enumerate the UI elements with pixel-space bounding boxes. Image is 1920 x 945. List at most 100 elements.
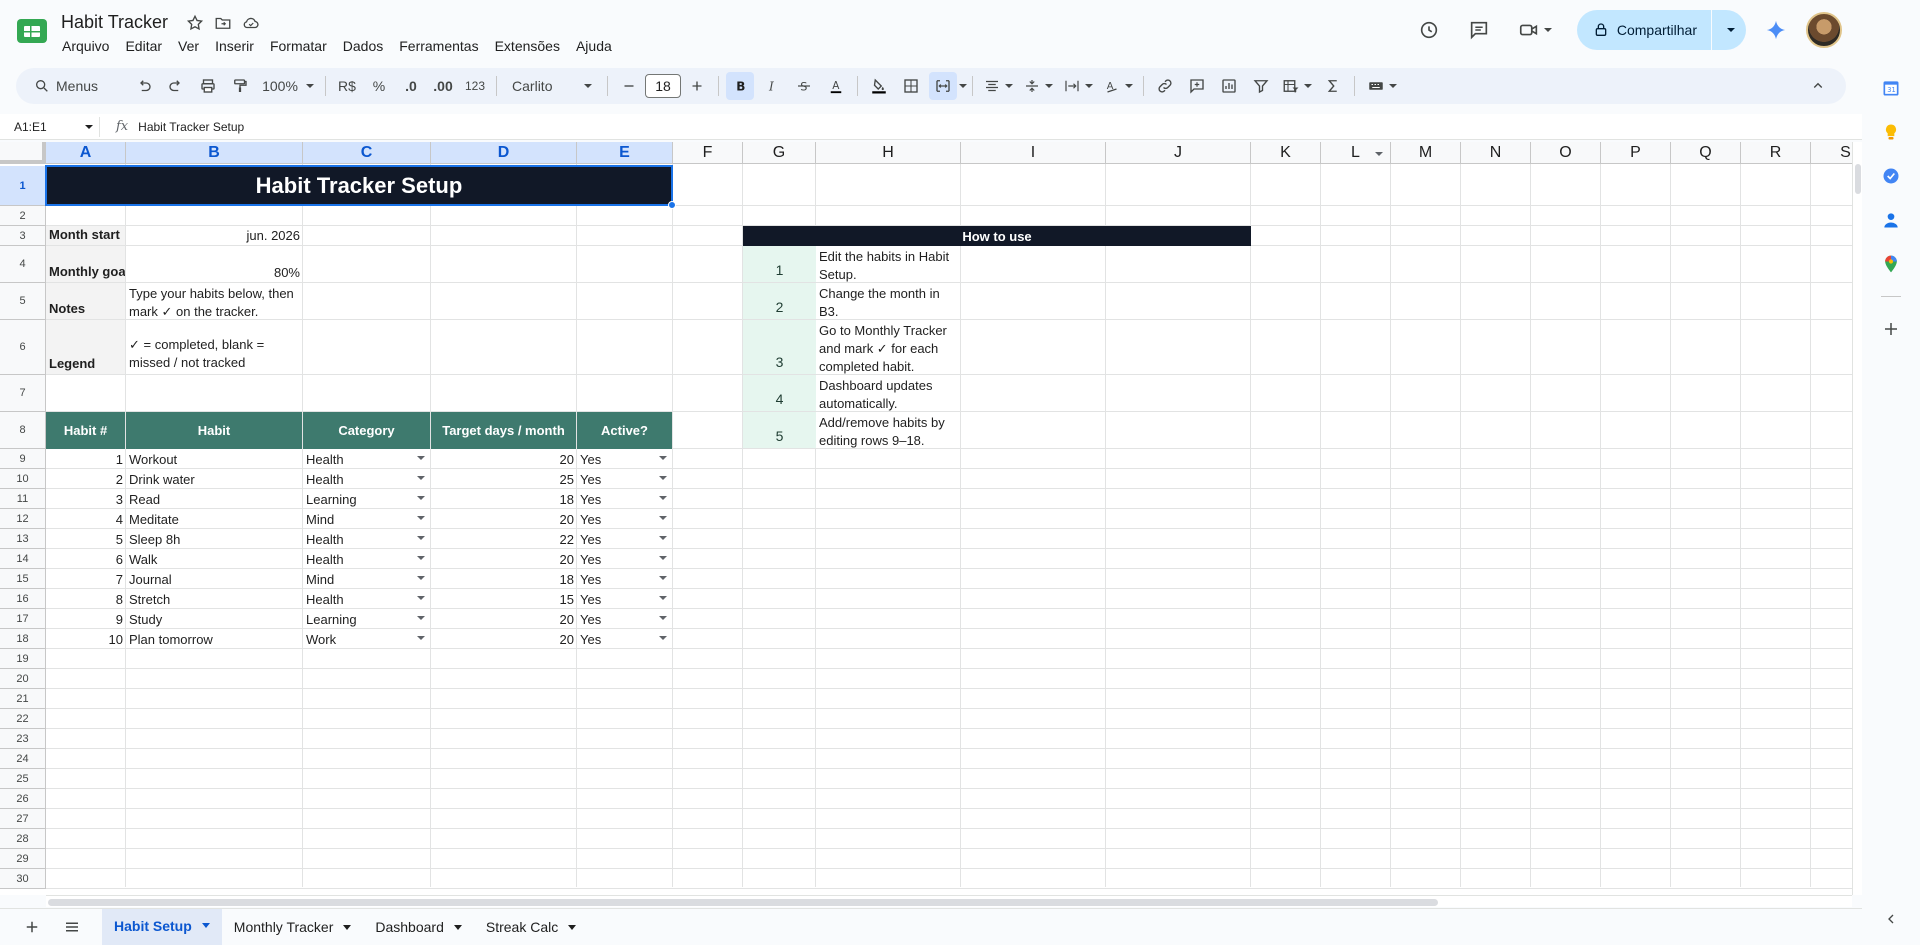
column-header-f[interactable]: F — [673, 142, 743, 164]
chevron-down-icon[interactable] — [417, 616, 425, 620]
habit-number[interactable]: 7 — [46, 569, 126, 589]
column-header-g[interactable]: G — [743, 142, 816, 164]
habit-target-days[interactable]: 18 — [431, 569, 577, 589]
filter-views-button[interactable] — [1279, 72, 1315, 100]
add-sheet-icon[interactable] — [12, 911, 52, 943]
undo-icon[interactable] — [130, 72, 158, 100]
increase-decimal-button[interactable]: .00 — [429, 72, 457, 100]
percent-format-button[interactable]: % — [365, 72, 393, 100]
italic-button[interactable]: I — [758, 72, 786, 100]
sheet-tab-habit-setup[interactable]: Habit Setup — [102, 908, 222, 945]
habit-category-dropdown[interactable]: Health — [303, 549, 431, 569]
notes-value[interactable]: Type your habits below, then mark ✓ on t… — [126, 283, 303, 320]
row-header-3[interactable]: 3 — [0, 226, 46, 246]
insert-chart-button[interactable] — [1215, 72, 1243, 100]
share-button[interactable]: Compartilhar — [1577, 10, 1712, 50]
all-sheets-icon[interactable] — [52, 911, 92, 943]
habit-target-days[interactable]: 22 — [431, 529, 577, 549]
vertical-align-button[interactable] — [1020, 72, 1056, 100]
horizontal-scroll-thumb[interactable] — [48, 899, 1438, 906]
text-rotation-button[interactable]: A — [1100, 72, 1136, 100]
text-color-button[interactable]: A — [822, 72, 850, 100]
decrease-font-size-button[interactable] — [615, 72, 643, 100]
habit-category-dropdown[interactable]: Learning — [303, 609, 431, 629]
chevron-down-icon[interactable] — [417, 496, 425, 500]
document-title[interactable]: Habit Tracker — [61, 12, 168, 33]
menu-arquivo[interactable]: Arquivo — [54, 36, 117, 56]
row-header-26[interactable]: 26 — [0, 789, 46, 809]
zoom-select[interactable]: 100% — [258, 72, 318, 100]
row-header-28[interactable]: 28 — [0, 829, 46, 849]
decrease-decimal-button[interactable]: .0 — [397, 72, 425, 100]
star-icon[interactable] — [186, 14, 204, 32]
row-header-15[interactable]: 15 — [0, 569, 46, 589]
text-wrapping-button[interactable] — [1060, 72, 1096, 100]
column-header-m[interactable]: M — [1391, 142, 1461, 164]
table-header-4[interactable]: Active? — [577, 412, 673, 449]
habit-category-dropdown[interactable]: Health — [303, 469, 431, 489]
tasks-icon[interactable] — [1879, 164, 1903, 188]
chevron-down-icon[interactable] — [659, 596, 667, 600]
habit-name[interactable]: Sleep 8h — [126, 529, 303, 549]
chevron-down-icon[interactable] — [417, 456, 425, 460]
print-icon[interactable] — [194, 72, 222, 100]
column-header-p[interactable]: P — [1601, 142, 1671, 164]
sheet-tab-dashboard[interactable]: Dashboard — [363, 909, 474, 945]
row-header-19[interactable]: 19 — [0, 649, 46, 669]
row-header-14[interactable]: 14 — [0, 549, 46, 569]
month-start-value[interactable]: jun. 2026 — [126, 226, 303, 246]
row-header-8[interactable]: 8 — [0, 412, 46, 449]
habit-target-days[interactable]: 20 — [431, 609, 577, 629]
increase-font-size-button[interactable] — [683, 72, 711, 100]
table-header-3[interactable]: Target days / month — [431, 412, 577, 449]
habit-number[interactable]: 4 — [46, 509, 126, 529]
calendar-icon[interactable]: 31 — [1879, 76, 1903, 100]
collapse-toolbar-button[interactable] — [1804, 72, 1832, 100]
habit-name[interactable]: Journal — [126, 569, 303, 589]
column-filter-chevron-down-icon[interactable] — [1375, 152, 1383, 156]
gemini-sparkle-icon[interactable] — [1756, 10, 1796, 50]
cloud-saved-icon[interactable] — [242, 14, 260, 32]
habit-target-days[interactable]: 20 — [431, 509, 577, 529]
habit-number[interactable]: 1 — [46, 449, 126, 469]
menu-ferramentas[interactable]: Ferramentas — [391, 36, 486, 56]
sheet-tab-monthly-tracker[interactable]: Monthly Tracker — [222, 909, 364, 945]
habit-number[interactable]: 9 — [46, 609, 126, 629]
monthly-goal-value[interactable]: 80% — [126, 246, 303, 283]
name-box[interactable]: A1:E1 — [0, 116, 100, 137]
chevron-down-icon[interactable] — [659, 456, 667, 460]
title-merged-cell[interactable]: Habit Tracker Setup — [45, 165, 673, 206]
habit-number[interactable]: 3 — [46, 489, 126, 509]
horizontal-align-button[interactable] — [980, 72, 1016, 100]
habit-target-days[interactable]: 20 — [431, 449, 577, 469]
expand-panel-icon[interactable] — [1879, 907, 1903, 931]
habit-number[interactable]: 5 — [46, 529, 126, 549]
row-header-13[interactable]: 13 — [0, 529, 46, 549]
habit-number[interactable]: 10 — [46, 629, 126, 649]
row-header-25[interactable]: 25 — [0, 769, 46, 789]
column-header-c[interactable]: C — [303, 142, 431, 164]
borders-button[interactable] — [897, 72, 925, 100]
chevron-down-icon[interactable] — [659, 516, 667, 520]
row-header-7[interactable]: 7 — [0, 375, 46, 412]
vertical-scroll-thumb[interactable] — [1855, 164, 1861, 194]
habit-number[interactable]: 6 — [46, 549, 126, 569]
chevron-down-icon[interactable] — [659, 636, 667, 640]
row-header-4[interactable]: 4 — [0, 246, 46, 283]
keep-icon[interactable] — [1879, 120, 1903, 144]
legend-value[interactable]: ✓ = completed, blank = missed / not trac… — [126, 334, 303, 375]
fill-color-button[interactable] — [865, 72, 893, 100]
column-header-n[interactable]: N — [1461, 142, 1531, 164]
vertical-scrollbar[interactable] — [1852, 142, 1862, 895]
habit-target-days[interactable]: 15 — [431, 589, 577, 609]
menus-search[interactable]: Menus — [24, 72, 128, 100]
row-header-1[interactable]: 1 — [0, 166, 46, 206]
habit-name[interactable]: Plan tomorrow — [126, 629, 303, 649]
chevron-down-icon[interactable] — [417, 516, 425, 520]
table-header-1[interactable]: Habit — [126, 412, 303, 449]
chevron-down-icon[interactable] — [417, 576, 425, 580]
chevron-down-icon[interactable] — [659, 556, 667, 560]
habit-name[interactable]: Meditate — [126, 509, 303, 529]
history-icon[interactable] — [1409, 10, 1449, 50]
column-header-q[interactable]: Q — [1671, 142, 1741, 164]
